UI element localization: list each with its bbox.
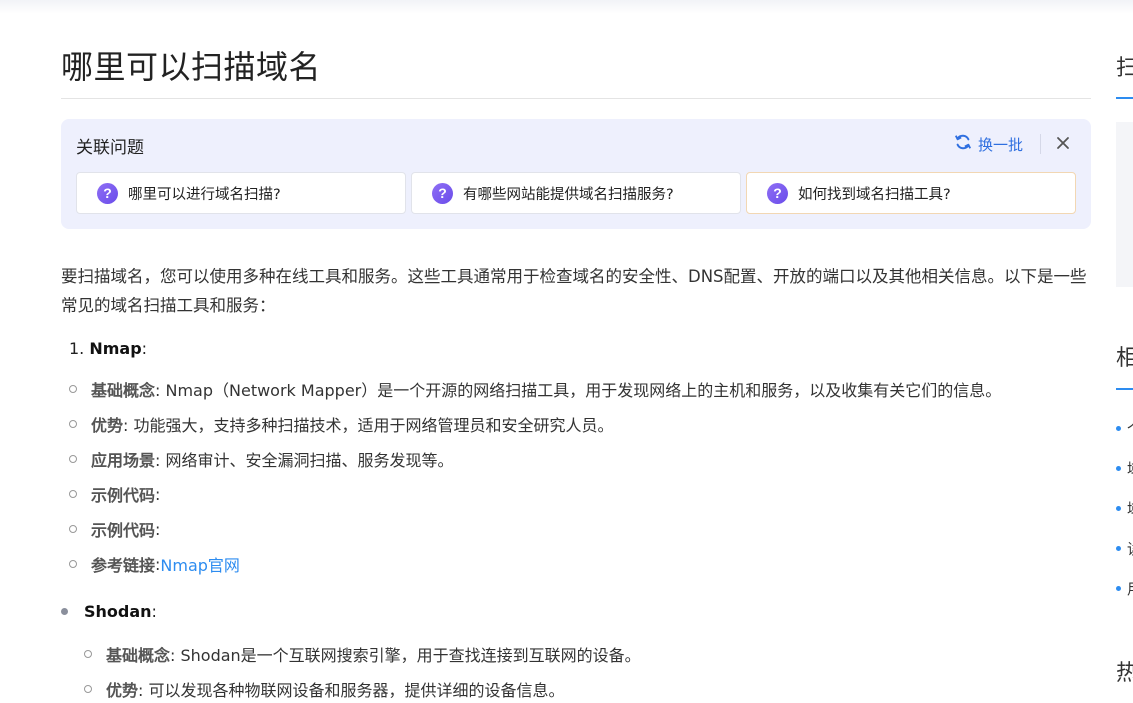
related-questions-panel: 关联问题 换一批 ? 哪里可以进行域名扫描? ? 有哪些网站能提供域名扫描服务?… [61,119,1091,229]
hollow-bullet-icon [69,490,77,498]
toolbar-separator [1040,134,1041,154]
sidebar-link-text: 域 [1127,458,1133,479]
bullet-dot-icon [1116,546,1121,551]
list-colon: : [151,602,157,621]
sidebar-heading: 热 [1116,661,1133,686]
related-questions-heading: 关联问题 [76,138,144,158]
sidebar-link[interactable]: 读 [1116,538,1133,559]
point-text: : [155,519,161,539]
sub-list-item: 基础概念: Shodan是一个互联网搜索引擎，用于查找连接到互联网的设备。 [84,642,641,666]
point-label: 基础概念 [91,381,156,400]
list-item-shodan: Shodan: [61,602,157,621]
filled-bullet-icon [61,608,68,615]
close-icon [1056,137,1070,154]
nmap-official-link[interactable]: Nmap官网 [160,552,240,576]
sub-list-item: 应用场景: 网络审计、安全漏洞扫描、服务发现等。 [69,447,454,471]
right-sidebar: 扫 相 个 域 域 读 用 热 [1116,0,1133,703]
point-text: : Nmap（Network Mapper）是一个开源的网络扫描工具，用于发现网… [155,381,1002,400]
sub-list-item: 示例代码: [69,482,160,506]
answer-body: 要扫描域名，您可以使用多种在线工具和服务。这些工具通常用于检查域名的安全性、DN… [61,262,1091,700]
refresh-icon [954,133,972,155]
sub-list-item: 示例代码: [69,517,160,541]
sidebar-link-text: 用 [1127,578,1133,599]
sub-list-item: 优势: 可以发现各种物联网设备和服务器，提供详细的设备信息。 [84,677,565,701]
related-question-card[interactable]: ? 哪里可以进行域名扫描? [76,172,406,214]
related-question-text: 哪里可以进行域名扫描? [128,186,281,203]
bullet-dot-icon [1116,466,1121,471]
question-mark-icon: ? [767,182,788,204]
tool-name: Shodan [84,602,152,621]
sidebar-heading-underline [1116,97,1133,99]
sidebar-heading: 扫 [1116,56,1133,81]
point-text: : [155,484,161,504]
answer-intro: 要扫描域名，您可以使用多种在线工具和服务。这些工具通常用于检查域名的安全性、DN… [61,267,1087,315]
point-label: 应用场景 [91,451,156,470]
hollow-bullet-icon [84,650,92,658]
point-label: 示例代码 [91,486,156,505]
list-number: 1. [69,339,85,358]
related-question-text: 如何找到域名扫描工具? [798,186,951,203]
hollow-bullet-icon [69,560,77,568]
sidebar-link-text: 个 [1127,418,1133,439]
sub-list-item: 基础概念: Nmap（Network Mapper）是一个开源的网络扫描工具，用… [69,377,1001,401]
bullet-dot-icon [1116,506,1121,511]
point-label: 参考链接 [91,556,156,575]
top-bar [0,0,1133,14]
bullet-dot-icon [1116,586,1121,591]
sub-list-item: 优势: 功能强大，支持多种扫描技术，适用于网络管理员和安全研究人员。 [69,412,614,436]
hollow-bullet-icon [69,420,77,428]
hollow-bullet-icon [69,385,77,393]
close-related-button[interactable] [1056,132,1076,154]
question-mark-icon: ? [97,182,118,204]
point-label: 优势 [106,681,139,700]
refresh-batch-label: 换一批 [978,135,1024,154]
sidebar-link-text: 域 [1127,498,1133,519]
point-label: 优势 [91,416,124,435]
question-mark-icon: ? [432,182,453,204]
hollow-bullet-icon [69,455,77,463]
hollow-bullet-icon [84,685,92,693]
hollow-bullet-icon [69,525,77,533]
related-question-card[interactable]: ? 有哪些网站能提供域名扫描服务? [411,172,741,214]
page-title: 哪里可以扫描域名 [61,48,322,86]
sub-list-item: 参考链接: Nmap官网 [69,552,240,576]
related-question-text: 有哪些网站能提供域名扫描服务? [463,186,674,203]
sidebar-heading: 相 [1116,346,1133,371]
sidebar-heading-underline [1116,388,1133,390]
refresh-batch-button[interactable]: 换一批 [954,133,1023,155]
list-colon: : [141,339,148,358]
point-label: 示例代码 [91,521,156,540]
bullet-dot-icon [1116,426,1121,431]
sidebar-link[interactable]: 域 [1116,458,1133,479]
sidebar-card [1116,122,1133,287]
tool-name: Nmap [89,339,142,358]
related-question-card[interactable]: ? 如何找到域名扫描工具? [746,172,1076,214]
point-text: : 网络审计、安全漏洞扫描、服务发现等。 [155,451,454,470]
sidebar-link[interactable]: 域 [1116,498,1133,519]
point-text: : 可以发现各种物联网设备和服务器，提供详细的设备信息。 [138,681,565,700]
sidebar-link[interactable]: 个 [1116,418,1133,439]
sidebar-link-text: 读 [1127,538,1133,559]
title-divider [61,98,1091,99]
list-item-nmap: 1. Nmap: [69,339,147,358]
point-label: 基础概念 [106,646,171,665]
sidebar-link[interactable]: 用 [1116,578,1133,599]
point-text: : Shodan是一个互联网搜索引擎，用于查找连接到互联网的设备。 [170,646,641,665]
point-text: : 功能强大，支持多种扫描技术，适用于网络管理员和安全研究人员。 [123,416,614,435]
